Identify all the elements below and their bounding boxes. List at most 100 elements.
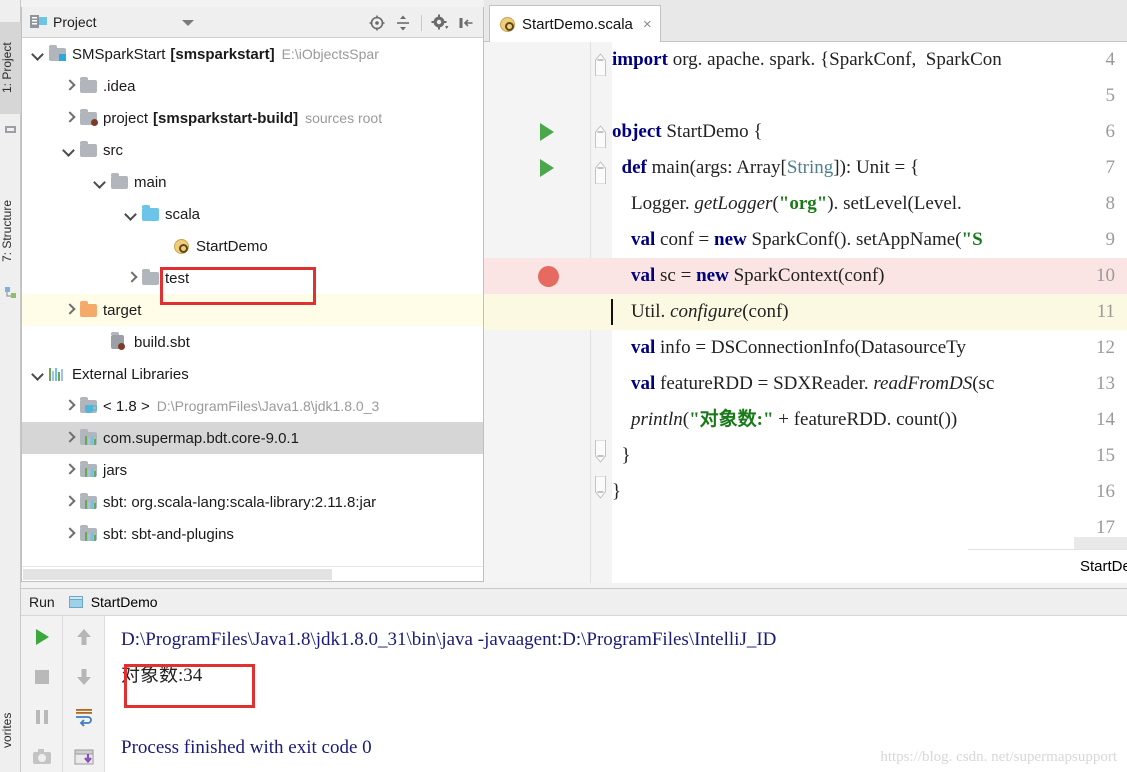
export-icon[interactable] xyxy=(71,744,97,770)
code-line-12[interactable]: 12 val info = DSConnectionInfo(Datasourc… xyxy=(484,330,1127,366)
tool-tab-project-label: 1: Project xyxy=(0,42,14,94)
chevron-right-icon[interactable] xyxy=(63,112,76,125)
chevron-right-icon[interactable] xyxy=(63,432,76,445)
code-editor[interactable]: 4 import org. apache. spark. {SparkConf, … xyxy=(484,42,1127,583)
tree-row-com-supermap-bdt-core-9-0-1[interactable]: com.supermap.bdt.core-9.0.1 xyxy=(22,422,483,454)
tree-row-external-libraries[interactable]: External Libraries xyxy=(22,358,483,390)
tree-row-main[interactable]: main xyxy=(22,166,483,198)
chevron-down-icon[interactable] xyxy=(32,48,45,61)
tree-row-label: SMSparkStart xyxy=(72,45,166,63)
chevron-right-icon[interactable] xyxy=(125,272,138,285)
tree-row-label: StartDemo xyxy=(196,237,268,255)
tree-row-label: sbt: sbt-and-plugins xyxy=(103,525,234,543)
code-fold-marker[interactable] xyxy=(593,439,608,469)
code-line-5[interactable]: 5 xyxy=(484,78,1127,114)
tool-tab-favorites-label: vorites xyxy=(0,712,14,748)
code-fold-marker[interactable] xyxy=(593,475,608,505)
project-tree-hscrollbar[interactable] xyxy=(22,566,483,581)
editor-tab-strip: StartDemo.scala × xyxy=(484,0,1127,42)
run-gutter-icon[interactable] xyxy=(540,123,554,141)
rerun-icon[interactable] xyxy=(29,624,55,650)
gear-icon[interactable] xyxy=(429,12,451,34)
chevron-right-icon[interactable] xyxy=(63,304,76,317)
breadcrumb-root[interactable]: StartDemo xyxy=(1080,558,1127,575)
tree-row-label: < 1.8 > xyxy=(103,397,150,415)
scroll-down-icon[interactable] xyxy=(71,664,97,690)
chevron-down-icon[interactable] xyxy=(125,208,138,221)
chevron-down-icon[interactable] xyxy=(94,176,107,189)
code-line-17[interactable]: 17 xyxy=(484,510,1127,546)
tree-row-sbt-org-scala-lang-scala-library-2-11-8-jar[interactable]: sbt: org.scala-lang:scala-library:2.11.8… xyxy=(22,486,483,518)
code-fold-marker[interactable] xyxy=(593,50,608,79)
tree-row-annotation: D:\ProgramFiles\Java1.8\jdk1.8.0_3 xyxy=(156,398,380,414)
chevron-down-icon[interactable] xyxy=(182,20,194,26)
code-fold-marker[interactable] xyxy=(593,122,608,151)
module-folder-icon xyxy=(49,45,67,62)
code-line-13[interactable]: 13 val featureRDD = SDXReader. readFromD… xyxy=(484,366,1127,402)
pause-icon[interactable] xyxy=(29,704,55,730)
tree-row-label: src xyxy=(103,141,123,159)
editor-tab-startdemo[interactable]: StartDemo.scala × xyxy=(489,5,661,42)
hide-panel-icon[interactable] xyxy=(455,12,477,34)
chevron-right-icon[interactable] xyxy=(63,400,76,413)
run-tool-window: Run StartDemo https://blog. csdn. net/su… xyxy=(21,588,1127,772)
folder-icon xyxy=(142,269,160,286)
code-line-6[interactable]: 6 object StartDemo { xyxy=(484,114,1127,150)
tree-row-scala[interactable]: scala xyxy=(22,198,483,230)
code-line-text: def main(args: Array[String]): Unit = { xyxy=(621,157,920,178)
code-line-8[interactable]: 8 Logger. getLogger("org"). setLevel(Lev… xyxy=(484,186,1127,222)
code-line-text: import org. apache. spark. {SparkConf, S… xyxy=(612,49,1002,70)
breakpoint-icon[interactable] xyxy=(538,266,559,287)
soft-wrap-icon[interactable] xyxy=(71,704,97,730)
tree-row-startdemo[interactable]: StartDemo xyxy=(22,230,483,262)
expand-collapse-icon[interactable] xyxy=(392,12,414,34)
tree-row-src[interactable]: src xyxy=(22,134,483,166)
chevron-right-icon[interactable] xyxy=(63,496,76,509)
chevron-down-icon[interactable] xyxy=(63,144,76,157)
run-config-tab[interactable]: StartDemo xyxy=(68,594,158,610)
code-line-14[interactable]: 14 println("对象数:" + featureRDD. count()) xyxy=(484,402,1127,438)
editor-hscrollbar[interactable] xyxy=(1074,537,1127,549)
library-icon xyxy=(80,429,98,446)
code-line-15[interactable]: 15 } xyxy=(484,438,1127,474)
project-tool-window: Project SMSparkStart [smsparkstart] E:\iOb… xyxy=(21,7,484,582)
run-left-toolbar xyxy=(21,616,63,772)
code-line-4[interactable]: 4 import org. apache. spark. {SparkConf, … xyxy=(484,42,1127,78)
editor-tab-label: StartDemo.scala xyxy=(522,15,633,33)
tool-tab-favorites[interactable]: vorites xyxy=(0,690,21,770)
scrollbar-thumb[interactable] xyxy=(23,569,332,580)
scroll-up-icon[interactable] xyxy=(71,624,97,650)
run-console-output[interactable]: https://blog. csdn. net/supermapsupport … xyxy=(105,616,1127,772)
tree-row--idea[interactable]: .idea xyxy=(22,70,483,102)
code-line-16[interactable]: 16} xyxy=(484,474,1127,510)
code-line-9[interactable]: 9 val conf = new SparkConf(). setAppName… xyxy=(484,222,1127,258)
code-line-text: println("对象数:" + featureRDD. count()) xyxy=(631,409,958,430)
code-fold-marker[interactable] xyxy=(593,158,608,187)
code-line-7[interactable]: 7 def main(args: Array[String]): Unit = … xyxy=(484,150,1127,186)
tool-tab-structure[interactable]: 7: Structure xyxy=(0,178,21,284)
tree-row--1-8-[interactable]: < 1.8 > D:\ProgramFiles\Java1.8\jdk1.8.0_… xyxy=(22,390,483,422)
tree-row-smsparkstart[interactable]: SMSparkStart [smsparkstart] E:\iObjectsSpa… xyxy=(22,38,483,70)
locate-target-icon[interactable] xyxy=(366,12,388,34)
chevron-right-icon[interactable] xyxy=(63,464,76,477)
chevron-down-icon[interactable] xyxy=(32,368,45,381)
stop-icon[interactable] xyxy=(29,664,55,690)
highlight-box-output xyxy=(124,664,255,708)
close-icon[interactable]: × xyxy=(643,16,652,33)
folder-orange-icon xyxy=(80,301,98,318)
tree-row-jars[interactable]: jars xyxy=(22,454,483,486)
tree-row-project[interactable]: project [smsparkstart-build] sources root xyxy=(22,102,483,134)
code-line-11[interactable]: 11 Util. configure(conf) xyxy=(484,294,1127,330)
chevron-right-icon[interactable] xyxy=(63,528,76,541)
chevron-right-icon[interactable] xyxy=(63,80,76,93)
run-gutter-icon[interactable] xyxy=(540,159,554,177)
tree-row-sbt-sbt-and-plugins[interactable]: sbt: sbt-and-plugins xyxy=(22,518,483,550)
tool-tab-project[interactable]: 1: Project xyxy=(0,22,21,114)
camera-icon[interactable] xyxy=(29,744,55,770)
folder-dot-icon xyxy=(80,109,98,126)
breadcrumb: StartDemo › main(args: Array[String]) xyxy=(968,549,1127,583)
code-line-10[interactable]: 10 val sc = new SparkContext(conf) xyxy=(484,258,1127,294)
scala-object-icon xyxy=(173,238,191,254)
tree-row-build-sbt[interactable]: build.sbt xyxy=(22,326,483,358)
